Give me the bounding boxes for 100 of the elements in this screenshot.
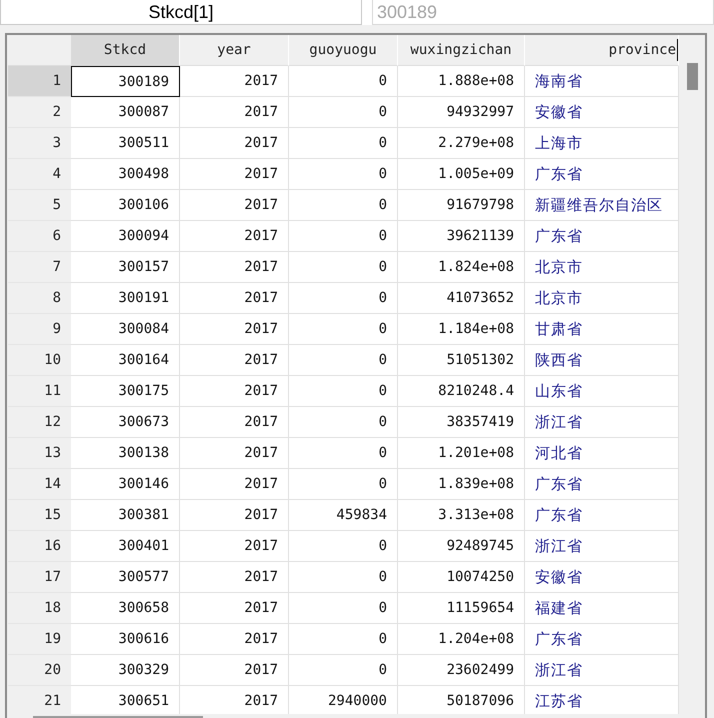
row-number[interactable]: 7 bbox=[8, 252, 71, 283]
row-number[interactable]: 17 bbox=[8, 562, 71, 593]
table-cell[interactable]: 1.204e+08 bbox=[398, 624, 525, 655]
table-cell[interactable]: 91679798 bbox=[398, 190, 525, 221]
row-number[interactable]: 16 bbox=[8, 531, 71, 562]
table-cell[interactable]: 福建省 bbox=[525, 593, 679, 624]
table-cell[interactable]: 300511 bbox=[71, 128, 180, 159]
table-cell[interactable]: 新疆维吾尔自治区 bbox=[525, 190, 679, 221]
table-cell[interactable]: 0 bbox=[289, 593, 398, 624]
row-number[interactable]: 12 bbox=[8, 407, 71, 438]
table-cell[interactable]: 浙江省 bbox=[525, 655, 679, 686]
table-cell[interactable]: 安徽省 bbox=[525, 97, 679, 128]
table-cell[interactable]: 2017 bbox=[180, 283, 289, 314]
table-cell[interactable]: 山东省 bbox=[525, 376, 679, 407]
column-header[interactable]: year bbox=[180, 35, 289, 66]
table-cell[interactable]: 浙江省 bbox=[525, 531, 679, 562]
table-cell[interactable]: 1.005e+09 bbox=[398, 159, 525, 190]
table-cell[interactable]: 2017 bbox=[180, 562, 289, 593]
row-number[interactable]: 2 bbox=[8, 97, 71, 128]
table-cell[interactable]: 北京市 bbox=[525, 252, 679, 283]
table-cell[interactable]: 2017 bbox=[180, 624, 289, 655]
column-header[interactable]: wuxingzichan bbox=[398, 35, 525, 66]
table-cell[interactable]: 459834 bbox=[289, 500, 398, 531]
row-number[interactable]: 19 bbox=[8, 624, 71, 655]
table-cell[interactable]: 2017 bbox=[180, 190, 289, 221]
table-cell[interactable]: 2017 bbox=[180, 376, 289, 407]
table-cell[interactable]: 1.888e+08 bbox=[398, 66, 525, 97]
table-cell[interactable]: 300138 bbox=[71, 438, 180, 469]
table-cell[interactable]: 1.201e+08 bbox=[398, 438, 525, 469]
row-number[interactable]: 8 bbox=[8, 283, 71, 314]
row-number[interactable]: 15 bbox=[8, 500, 71, 531]
table-cell[interactable]: 92489745 bbox=[398, 531, 525, 562]
table-cell[interactable]: 2017 bbox=[180, 593, 289, 624]
table-cell[interactable]: 海南省 bbox=[525, 66, 679, 97]
table-cell[interactable]: 300616 bbox=[71, 624, 180, 655]
table-cell[interactable]: 2017 bbox=[180, 252, 289, 283]
table-cell[interactable]: 0 bbox=[289, 66, 398, 97]
table-cell[interactable]: 0 bbox=[289, 438, 398, 469]
table-cell[interactable]: 0 bbox=[289, 345, 398, 376]
table-cell[interactable]: 0 bbox=[289, 252, 398, 283]
table-cell[interactable]: 广东省 bbox=[525, 500, 679, 531]
table-cell[interactable]: 2017 bbox=[180, 221, 289, 252]
table-cell[interactable]: 2017 bbox=[180, 407, 289, 438]
table-cell[interactable]: 2017 bbox=[180, 159, 289, 190]
table-cell[interactable]: 41073652 bbox=[398, 283, 525, 314]
table-cell[interactable]: 2017 bbox=[180, 128, 289, 159]
table-cell[interactable]: 0 bbox=[289, 469, 398, 500]
table-cell[interactable]: 0 bbox=[289, 624, 398, 655]
row-number[interactable]: 6 bbox=[8, 221, 71, 252]
table-cell[interactable]: 300106 bbox=[71, 190, 180, 221]
table-cell[interactable]: 2017 bbox=[180, 97, 289, 128]
table-cell[interactable]: 11159654 bbox=[398, 593, 525, 624]
table-cell[interactable]: 94932997 bbox=[398, 97, 525, 128]
row-number[interactable]: 18 bbox=[8, 593, 71, 624]
table-cell[interactable]: 广东省 bbox=[525, 469, 679, 500]
table-cell[interactable]: 300191 bbox=[71, 283, 180, 314]
table-cell[interactable]: 300164 bbox=[71, 345, 180, 376]
table-cell[interactable]: 300329 bbox=[71, 655, 180, 686]
table-cell[interactable]: 51051302 bbox=[398, 345, 525, 376]
table-cell[interactable]: 0 bbox=[289, 221, 398, 252]
table-cell[interactable]: 浙江省 bbox=[525, 407, 679, 438]
row-number[interactable]: 11 bbox=[8, 376, 71, 407]
table-cell[interactable]: 300157 bbox=[71, 252, 180, 283]
table-cell[interactable]: 300577 bbox=[71, 562, 180, 593]
table-cell[interactable]: 300087 bbox=[71, 97, 180, 128]
row-number[interactable]: 5 bbox=[8, 190, 71, 221]
table-cell[interactable]: 2017 bbox=[180, 500, 289, 531]
table-cell[interactable]: 2017 bbox=[180, 66, 289, 97]
table-cell[interactable]: 2017 bbox=[180, 314, 289, 345]
table-cell[interactable]: 上海市 bbox=[525, 128, 679, 159]
table-cell[interactable]: 2017 bbox=[180, 655, 289, 686]
row-number[interactable]: 3 bbox=[8, 128, 71, 159]
table-cell[interactable]: 河北省 bbox=[525, 438, 679, 469]
table-cell[interactable]: 300146 bbox=[71, 469, 180, 500]
row-number[interactable]: 1 bbox=[8, 66, 71, 97]
table-cell[interactable]: 1.839e+08 bbox=[398, 469, 525, 500]
column-header[interactable]: province bbox=[525, 35, 679, 66]
table-cell[interactable]: 0 bbox=[289, 655, 398, 686]
table-cell[interactable]: 300673 bbox=[71, 407, 180, 438]
column-header[interactable]: Stkcd bbox=[71, 35, 180, 66]
table-cell[interactable]: 广东省 bbox=[525, 221, 679, 252]
row-number[interactable]: 9 bbox=[8, 314, 71, 345]
table-cell[interactable]: 2017 bbox=[180, 469, 289, 500]
table-cell[interactable]: 2017 bbox=[180, 345, 289, 376]
table-cell[interactable]: 8210248.4 bbox=[398, 376, 525, 407]
table-cell[interactable]: 300498 bbox=[71, 159, 180, 190]
table-cell[interactable]: 2.279e+08 bbox=[398, 128, 525, 159]
table-cell[interactable]: 300401 bbox=[71, 531, 180, 562]
table-cell[interactable]: 39621139 bbox=[398, 221, 525, 252]
table-cell[interactable]: 0 bbox=[289, 283, 398, 314]
table-cell[interactable]: 10074250 bbox=[398, 562, 525, 593]
table-cell[interactable]: 0 bbox=[289, 407, 398, 438]
row-number[interactable]: 21 bbox=[8, 686, 71, 717]
table-cell[interactable]: 甘肃省 bbox=[525, 314, 679, 345]
table-cell[interactable]: 0 bbox=[289, 562, 398, 593]
table-cell[interactable]: 300381 bbox=[71, 500, 180, 531]
table-cell[interactable]: 广东省 bbox=[525, 159, 679, 190]
row-number[interactable]: 14 bbox=[8, 469, 71, 500]
table-cell[interactable]: 2017 bbox=[180, 438, 289, 469]
table-cell[interactable]: 300658 bbox=[71, 593, 180, 624]
